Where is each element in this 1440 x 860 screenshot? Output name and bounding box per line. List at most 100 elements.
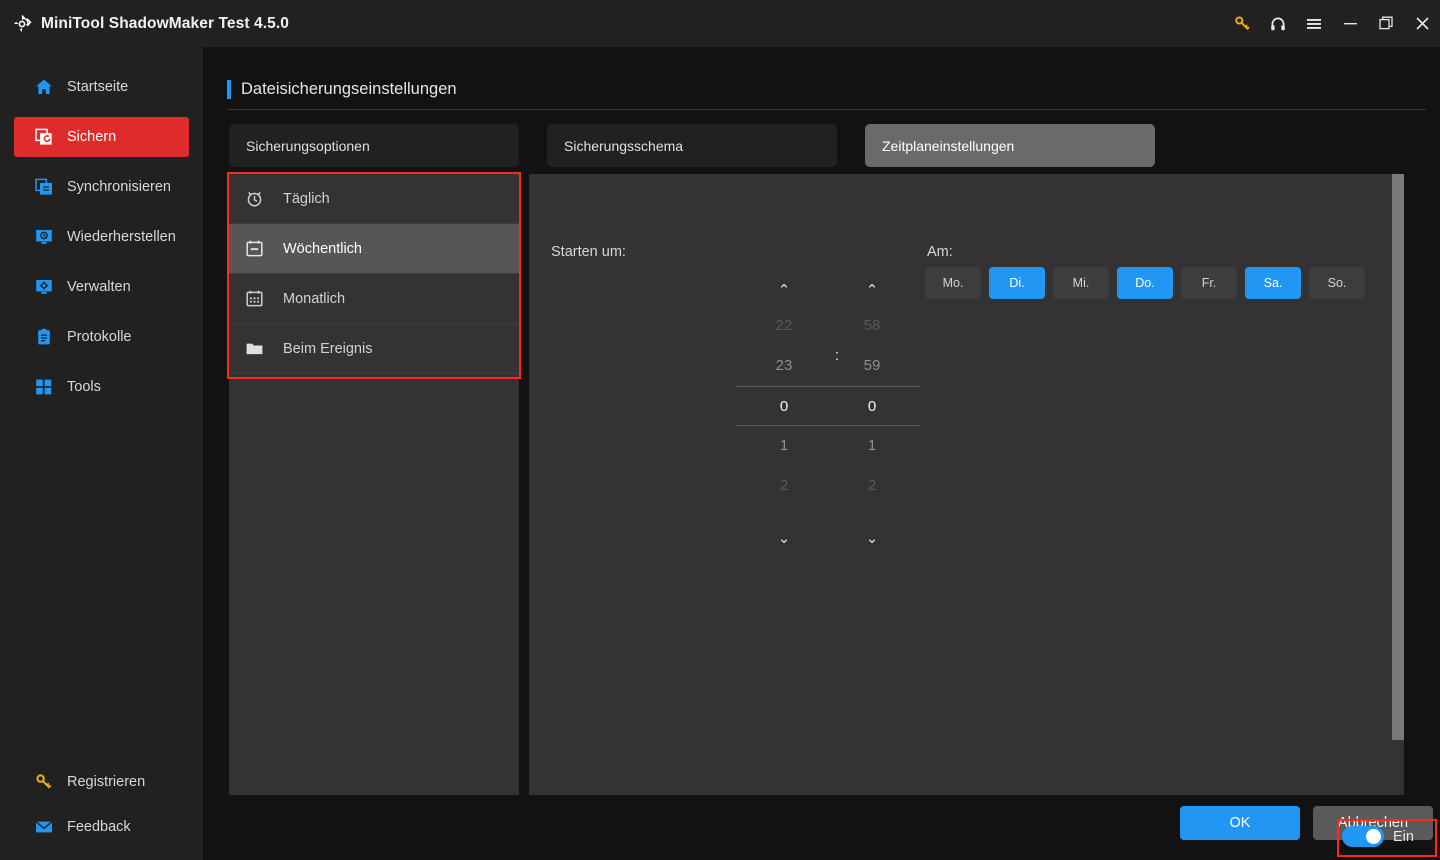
ok-button[interactable]: OK bbox=[1180, 806, 1300, 840]
close-icon[interactable] bbox=[1404, 0, 1440, 47]
title-bar-left: MiniTool ShadowMaker Test 4.5.0 bbox=[0, 14, 289, 34]
day-button-do[interactable]: Do. bbox=[1117, 267, 1173, 299]
sidebar-item-label: Protokolle bbox=[67, 329, 132, 345]
settings-tabs: Sicherungsoptionen Sicherungsschema Zeit… bbox=[229, 124, 1155, 167]
sync-icon bbox=[34, 177, 54, 197]
calendar-month-icon bbox=[243, 288, 265, 310]
day-label: Di. bbox=[1009, 276, 1025, 290]
alarm-clock-icon bbox=[243, 188, 265, 210]
minute-down-arrow-icon[interactable]: ⌄ bbox=[823, 522, 921, 554]
day-button-di[interactable]: Di. bbox=[989, 267, 1045, 299]
sidebar-item-label: Registrieren bbox=[67, 774, 146, 790]
day-button-mo[interactable]: Mo. bbox=[925, 267, 981, 299]
start-time-label: Starten um: bbox=[551, 244, 626, 260]
key-icon[interactable] bbox=[1224, 0, 1260, 47]
schedule-item-label: Wöchentlich bbox=[283, 240, 362, 257]
toggle-knob bbox=[1366, 829, 1381, 844]
schedule-item-beim-ereignis[interactable]: Beim Ereignis bbox=[229, 324, 519, 374]
hour-tick[interactable]: 23 bbox=[735, 346, 833, 386]
hour-tick[interactable]: 1 bbox=[735, 426, 833, 466]
page-title: Dateisicherungseinstellungen bbox=[241, 80, 457, 98]
detail-scrollbar-thumb[interactable] bbox=[1392, 174, 1404, 740]
schedule-item-taeglich[interactable]: Täglich bbox=[229, 174, 519, 224]
restore-icon bbox=[34, 227, 54, 247]
sidebar-item-registrieren[interactable]: Registrieren bbox=[14, 762, 190, 802]
logs-icon bbox=[34, 327, 54, 347]
sidebar-item-sichern[interactable]: Sichern bbox=[14, 117, 189, 157]
hour-down-arrow-icon[interactable]: ⌄ bbox=[735, 522, 833, 554]
page-title-row: Dateisicherungseinstellungen bbox=[227, 80, 457, 99]
tab-label: Sicherungsoptionen bbox=[246, 137, 370, 154]
schedule-detail-panel: Starten um: Am: ⌃ 22 23 0 1 2 ⌄ ⌃ 58 59 … bbox=[529, 174, 1404, 795]
hour-value[interactable]: 0 bbox=[735, 386, 833, 426]
day-label: Mi. bbox=[1072, 276, 1090, 290]
sidebar-item-startseite[interactable]: Startseite bbox=[14, 67, 189, 107]
minute-up-arrow-icon[interactable]: ⌃ bbox=[823, 274, 921, 306]
app-title: MiniTool ShadowMaker Test 4.5.0 bbox=[41, 14, 289, 32]
sidebar-item-synchronisieren[interactable]: Synchronisieren bbox=[14, 167, 189, 207]
schedule-enable-toggle[interactable]: Ein bbox=[1342, 826, 1414, 847]
calendar-week-icon bbox=[243, 238, 265, 260]
tab-label: Sicherungsschema bbox=[564, 137, 684, 154]
menu-icon[interactable] bbox=[1296, 0, 1332, 47]
key-icon bbox=[34, 772, 54, 792]
tab-label: Zeitplaneinstellungen bbox=[882, 137, 1015, 154]
sidebar-item-wiederherstellen[interactable]: Wiederherstellen bbox=[14, 217, 189, 257]
title-bar-controls bbox=[1224, 0, 1440, 47]
day-label: Mo. bbox=[942, 276, 964, 290]
hour-tick[interactable]: 22 bbox=[735, 306, 833, 346]
minute-value[interactable]: 0 bbox=[823, 386, 921, 426]
sidebar-item-label: Synchronisieren bbox=[67, 179, 171, 195]
home-icon bbox=[34, 77, 54, 97]
manage-icon bbox=[34, 277, 54, 297]
days-label: Am: bbox=[927, 244, 953, 260]
tab-zeitplaneinstellungen[interactable]: Zeitplaneinstellungen bbox=[865, 124, 1155, 167]
restore-icon[interactable] bbox=[1368, 0, 1404, 47]
detail-scrollbar-track[interactable] bbox=[1392, 174, 1404, 795]
minute-tick[interactable]: 1 bbox=[823, 426, 921, 466]
sidebar: Startseite Sichern Synchronisieren Wiede… bbox=[0, 47, 204, 860]
mail-icon bbox=[34, 817, 54, 837]
sidebar-item-feedback[interactable]: Feedback bbox=[14, 807, 190, 847]
ok-button-label: OK bbox=[1229, 815, 1251, 831]
shadowmaker-logo-icon bbox=[12, 14, 32, 34]
hour-up-arrow-icon[interactable]: ⌃ bbox=[735, 274, 833, 306]
folder-icon bbox=[243, 338, 265, 360]
day-button-mi[interactable]: Mi. bbox=[1053, 267, 1109, 299]
sidebar-item-protokolle[interactable]: Protokolle bbox=[14, 317, 189, 357]
day-button-so[interactable]: So. bbox=[1309, 267, 1365, 299]
sidebar-item-verwalten[interactable]: Verwalten bbox=[14, 267, 189, 307]
day-button-fr[interactable]: Fr. bbox=[1181, 267, 1237, 299]
sidebar-item-label: Startseite bbox=[67, 79, 129, 95]
day-label: Do. bbox=[1135, 276, 1155, 290]
minimize-icon[interactable] bbox=[1332, 0, 1368, 47]
tab-sicherungsschema[interactable]: Sicherungsschema bbox=[547, 124, 837, 167]
main-content: Dateisicherungseinstellungen Sicherungso… bbox=[205, 47, 1440, 860]
day-button-sa[interactable]: Sa. bbox=[1245, 267, 1301, 299]
sidebar-item-tools[interactable]: Tools bbox=[14, 367, 189, 407]
toggle-switch[interactable] bbox=[1342, 826, 1384, 847]
minute-tick[interactable]: 2 bbox=[823, 466, 921, 506]
sidebar-item-label: Sichern bbox=[67, 129, 117, 145]
schedule-item-label: Täglich bbox=[283, 190, 330, 207]
headset-icon[interactable] bbox=[1260, 0, 1296, 47]
sidebar-item-label: Verwalten bbox=[67, 279, 131, 295]
schedule-item-label: Monatlich bbox=[283, 290, 346, 307]
minute-spinner[interactable]: ⌃ 58 59 0 1 2 ⌄ bbox=[823, 274, 921, 554]
weekday-selector: Mo. Di. Mi. Do. Fr. Sa. So. bbox=[925, 267, 1365, 299]
schedule-item-monatlich[interactable]: Monatlich bbox=[229, 274, 519, 324]
tab-sicherungsoptionen[interactable]: Sicherungsoptionen bbox=[229, 124, 519, 167]
hour-tick[interactable]: 2 bbox=[735, 466, 833, 506]
title-bar: MiniTool ShadowMaker Test 4.5.0 bbox=[0, 0, 1440, 47]
toggle-label: Ein bbox=[1393, 828, 1414, 845]
sidebar-item-label: Tools bbox=[67, 379, 101, 395]
day-label: So. bbox=[1327, 276, 1347, 290]
page-title-accent-bar bbox=[227, 80, 231, 99]
sidebar-nav-top: Startseite Sichern Synchronisieren Wiede… bbox=[0, 47, 203, 407]
schedule-item-woechentlich[interactable]: Wöchentlich bbox=[229, 224, 519, 274]
hour-spinner[interactable]: ⌃ 22 23 0 1 2 ⌄ bbox=[735, 274, 833, 554]
sidebar-item-label: Feedback bbox=[67, 819, 131, 835]
sidebar-nav-bottom: Registrieren Feedback bbox=[0, 762, 204, 852]
title-divider bbox=[227, 109, 1426, 110]
day-label: Fr. bbox=[1201, 276, 1217, 290]
